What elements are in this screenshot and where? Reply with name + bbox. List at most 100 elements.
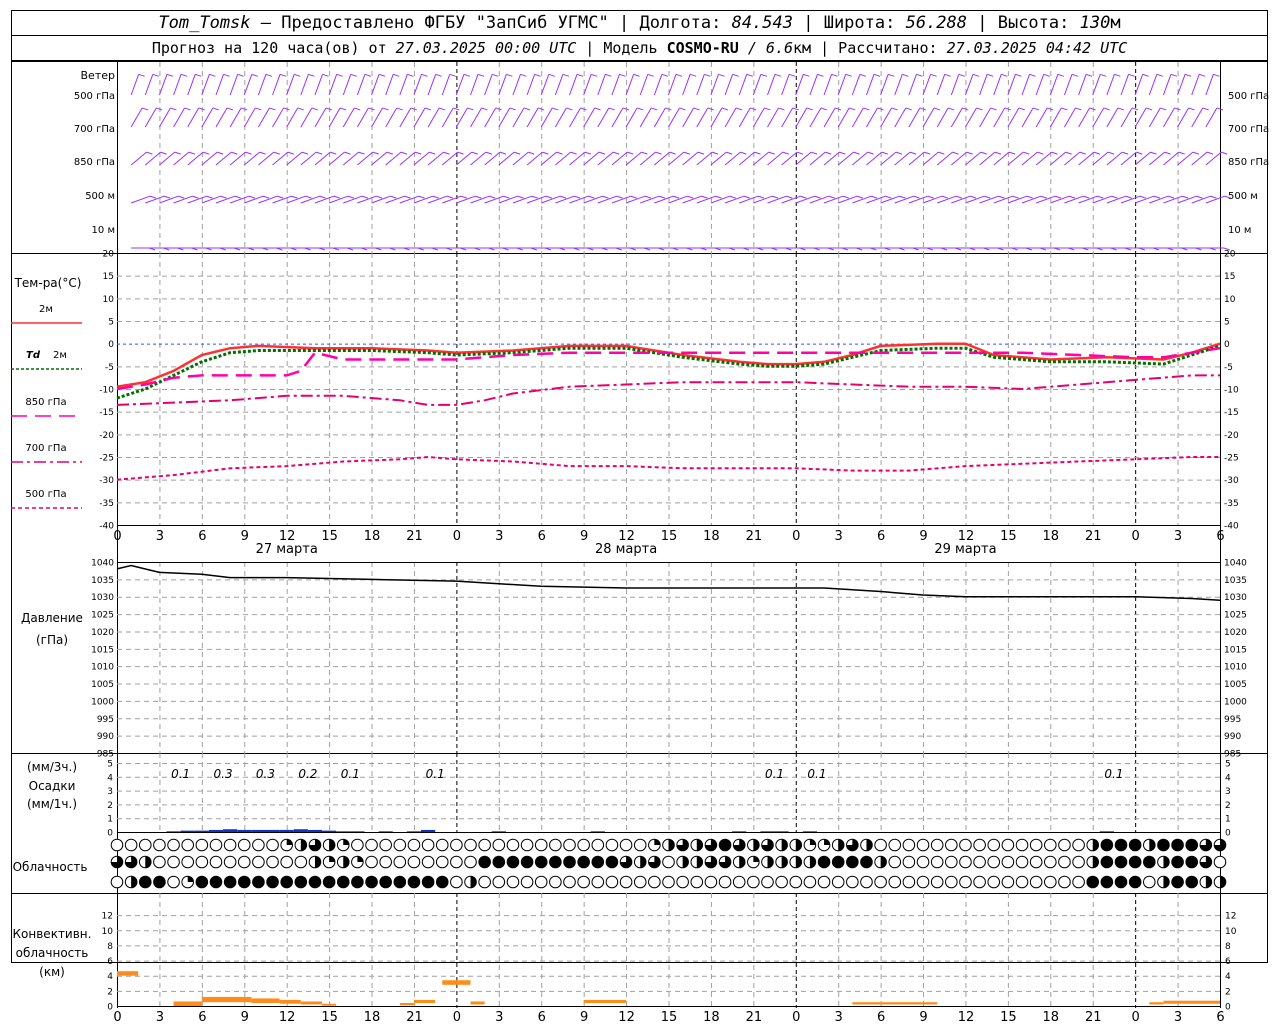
wind-barb-feather — [1216, 107, 1224, 111]
cloud-symbol — [153, 838, 166, 852]
wind-barb-feather — [1008, 151, 1016, 155]
convective-bar — [442, 980, 471, 985]
cloud-symbol — [110, 838, 124, 852]
precip-3h-label: 0.1 — [171, 767, 190, 781]
wind-barb — [1007, 107, 1020, 128]
wind-barb — [781, 107, 794, 128]
wind-barb — [144, 74, 154, 96]
hour-tick-label: 21 — [746, 529, 763, 544]
wind-barb — [1148, 107, 1161, 128]
cloud-symbol — [1015, 875, 1029, 889]
cloud-symbol-fill — [145, 856, 152, 868]
precip-ytick-right: 2 — [1225, 801, 1231, 811]
cloud-symbol — [1171, 855, 1184, 869]
cloud-symbol-fill — [739, 856, 746, 868]
wind-barb-feather — [679, 107, 686, 111]
cloud-symbol — [591, 875, 605, 889]
wind-barb — [710, 151, 727, 166]
wind-barb — [823, 107, 836, 128]
wind-barb-feather — [576, 73, 584, 77]
wind-barb-feather — [1213, 73, 1220, 77]
wind-barb — [470, 151, 487, 166]
wind-barb-feather — [1156, 73, 1163, 77]
wind-barb — [1035, 107, 1048, 128]
temp-ytick-right: -20 — [1224, 431, 1239, 441]
wind-barb-feather — [672, 195, 680, 199]
wind-barb-feather — [1117, 107, 1125, 111]
cloud-symbol — [930, 838, 944, 852]
wind-level-label-right: 700 гПа — [1228, 124, 1269, 135]
conv-ytick: 10 — [102, 927, 114, 937]
precip-ytick: 0 — [107, 829, 113, 839]
wind-barb-feather — [192, 195, 199, 199]
wind-barb — [243, 151, 260, 166]
pressure-ytick: 1015 — [91, 645, 114, 655]
hour-tick-label: 9 — [919, 529, 927, 544]
wind-barb-feather — [675, 73, 683, 77]
cloud-symbol — [1171, 838, 1184, 852]
pressure-ytick-right: 1020 — [1224, 628, 1247, 638]
wind-barb — [597, 151, 614, 166]
cloud-symbol — [549, 875, 562, 889]
cloud-symbol — [973, 855, 986, 869]
convective-bar — [173, 1001, 202, 1006]
wind-barb-feather — [378, 73, 386, 77]
wind-barb-feather — [396, 107, 403, 111]
wind-barb-feather — [562, 73, 570, 77]
cloud-symbol-fill — [866, 839, 873, 851]
precip-unit-3h: (мм/3ч.) — [27, 760, 77, 774]
wind-barb — [173, 74, 182, 96]
cloud-symbol — [987, 838, 1001, 852]
cloud-symbol — [874, 875, 887, 889]
wind-barb-feather — [927, 195, 934, 199]
wind-barb — [866, 107, 878, 128]
wind-title: Ветер — [81, 69, 115, 82]
precip-bar — [180, 830, 195, 832]
wind-barb — [583, 151, 600, 166]
cloud-symbol — [1086, 875, 1100, 889]
cloud-symbol — [1001, 875, 1015, 889]
wind-barb-feather — [265, 73, 273, 77]
wind-barb — [215, 107, 228, 128]
wind-barb-feather — [1032, 107, 1040, 111]
pressure-ytick-right: 1010 — [1224, 663, 1247, 673]
cloud-symbol — [973, 838, 986, 852]
cloud-symbol-fill — [1205, 876, 1212, 888]
pressure-ytick: 1020 — [91, 628, 114, 638]
wind-barb-feather — [849, 107, 856, 111]
wind-barb — [286, 151, 303, 166]
wind-barb-feather — [839, 151, 846, 155]
wind-barb — [229, 74, 239, 96]
temp-ytick: -35 — [99, 499, 114, 509]
cloud-symbol — [209, 875, 223, 889]
temp-ytick-right: -10 — [1224, 386, 1239, 396]
wind-barb-feather — [1071, 73, 1079, 77]
wind-barb — [272, 74, 281, 96]
wind-barb-feather — [984, 195, 991, 199]
cloud-symbol-fill — [668, 839, 675, 851]
conv-ytick-right: 8 — [1225, 942, 1231, 952]
wind-barb-feather — [1184, 73, 1192, 77]
wind-barb — [229, 151, 246, 166]
wind-barb-feather — [786, 195, 793, 199]
wind-barb-feather — [170, 107, 177, 111]
wind-barb-feather — [435, 73, 442, 77]
cloud-symbol — [874, 838, 887, 852]
wind-barb — [653, 107, 666, 128]
wind-barb — [583, 107, 596, 128]
precip-bar — [279, 829, 294, 832]
precip-bar — [378, 831, 393, 832]
day-label: 28 марта — [595, 542, 657, 557]
conv-ytick-right: 6 — [1225, 957, 1231, 967]
wind-barb-feather — [732, 73, 739, 77]
wind-barb — [385, 151, 402, 166]
cloud-symbol — [662, 875, 675, 889]
wind-barb-feather — [661, 73, 669, 77]
wind-barb-feather — [1221, 151, 1228, 155]
precip-3h-label: 0.1 — [807, 767, 826, 781]
cloud-symbol — [492, 875, 506, 889]
wind-barb — [950, 74, 960, 96]
wind-barb-feather — [962, 107, 969, 111]
wind-barb-feather — [184, 107, 191, 111]
cloud-symbol — [860, 855, 873, 869]
